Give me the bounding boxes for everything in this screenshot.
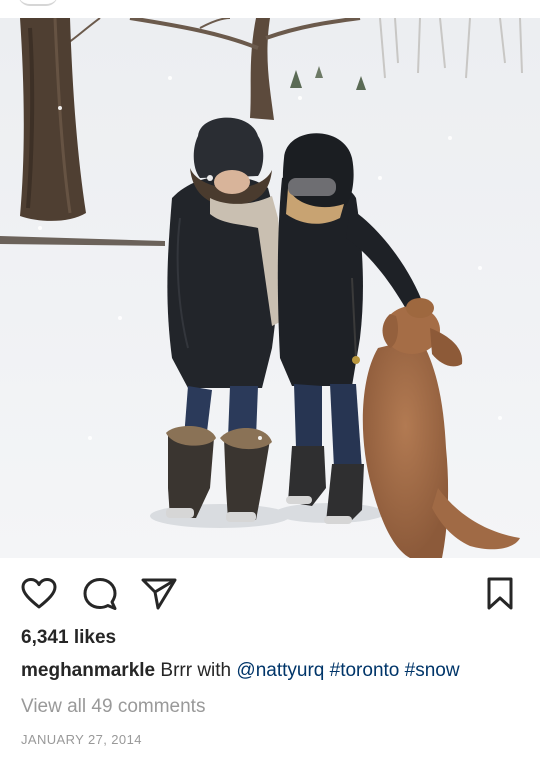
caption-text: Brrr with <box>155 660 237 681</box>
view-comments-link[interactable]: View all 49 comments <box>21 696 205 718</box>
post-photo[interactable] <box>0 18 540 558</box>
top-strip <box>0 0 540 18</box>
caption: meghanmarkle Brrr with @nattyurq #toront… <box>21 660 460 682</box>
save-button[interactable] <box>480 574 520 614</box>
comment-button[interactable] <box>80 574 120 614</box>
snow-scene-image <box>0 18 540 558</box>
hashtag-snow[interactable]: #snow <box>405 660 460 681</box>
heart-icon <box>21 578 57 609</box>
hashtag-toronto[interactable]: #toronto <box>330 660 400 681</box>
caption-username[interactable]: meghanmarkle <box>21 660 155 681</box>
comment-icon <box>83 578 117 610</box>
likes-count[interactable]: 6,341 likes <box>21 627 116 649</box>
like-button[interactable] <box>19 574 59 614</box>
bookmark-icon <box>487 577 513 610</box>
share-icon <box>141 578 177 610</box>
post-date: JANUARY 27, 2014 <box>21 732 142 747</box>
post-action-bar <box>0 570 540 616</box>
previous-post-edge <box>18 0 58 6</box>
mention-link[interactable]: @nattyurq <box>236 660 324 681</box>
share-button[interactable] <box>139 574 179 614</box>
